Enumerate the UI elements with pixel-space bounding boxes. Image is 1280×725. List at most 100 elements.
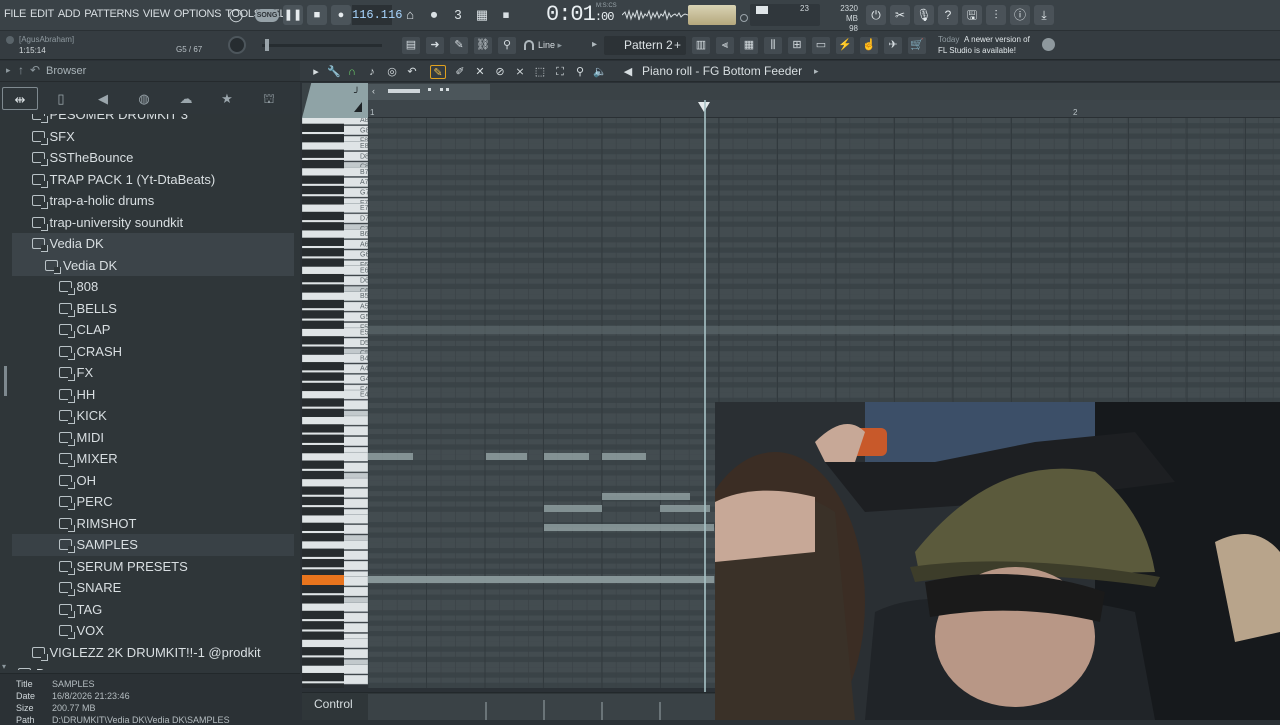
pr-menu-arrow-icon[interactable]: ▸ <box>308 65 324 79</box>
browser-item[interactable]: Vedia DK <box>12 233 294 255</box>
song-pattern-toggle[interactable]: SONG <box>255 9 279 22</box>
pr-draw-icon[interactable]: ✎ <box>430 65 446 79</box>
browser-item[interactable]: MIXER <box>12 448 294 470</box>
collapse-arrow-icon[interactable]: ▾ <box>2 662 6 671</box>
browser-item[interactable]: PERC <box>12 491 294 513</box>
browser-item[interactable]: Vedia DK <box>12 254 294 276</box>
link-icon[interactable]: ⛓ <box>474 37 492 54</box>
pr-slice-icon[interactable]: ⨯ <box>512 65 528 79</box>
touch-keyboard-icon[interactable]: ☝ <box>860 37 878 54</box>
pr-tools-icon[interactable]: 🔧 <box>326 65 342 79</box>
globe-icon[interactable] <box>1042 38 1055 51</box>
pr-undo-icon[interactable]: ↶ <box>404 65 420 79</box>
tab-favorites-icon[interactable]: ★ <box>209 87 245 110</box>
menu-view[interactable]: VIEW <box>143 8 170 20</box>
plugin-picker-icon[interactable]: ⊞ <box>788 37 806 54</box>
browser-item[interactable]: CRASH <box>12 341 294 363</box>
browser-item[interactable]: trap-university soundkit <box>12 212 294 234</box>
browser-item[interactable]: BELLS <box>12 298 294 320</box>
pr-magnet-icon[interactable]: ∩ <box>344 65 360 79</box>
browser-item[interactable]: MIDI <box>12 427 294 449</box>
browser-item[interactable]: RIMSHOT <box>12 513 294 535</box>
browser-item[interactable]: FX <box>12 362 294 384</box>
browser-item[interactable]: 808 <box>12 276 294 298</box>
channel-rack-icon[interactable]: ▦ <box>740 37 758 54</box>
microphone-icon[interactable]: 🎙 <box>914 5 934 25</box>
master-volume-knob-icon[interactable]: ◯ <box>226 5 246 25</box>
help-icon[interactable]: ? <box>938 5 958 25</box>
playlist-icon[interactable]: ▥ <box>692 37 710 54</box>
typing-keyboard-icon[interactable]: ▤ <box>402 37 420 54</box>
wait-for-input-icon[interactable]: ⏺ <box>424 5 444 25</box>
pr-speaker-target-icon[interactable]: ◀ <box>620 65 636 79</box>
master-pitch-slider-thumb[interactable] <box>265 39 269 51</box>
up-arrow-icon[interactable]: ↑ <box>18 63 24 77</box>
browser-item[interactable]: CLAP <box>12 319 294 341</box>
record-icon[interactable]: ● <box>331 5 351 25</box>
browser-item[interactable]: VOX <box>12 620 294 642</box>
arrow-right-icon[interactable]: ➜ <box>426 37 444 54</box>
tab-all-icon[interactable]: ⇹ <box>2 87 38 110</box>
pr-speaker-icon[interactable]: 🔈 <box>592 65 608 79</box>
pr-record-icon[interactable]: ◎ <box>384 65 400 79</box>
pattern-prev-icon[interactable]: ▸ <box>592 39 597 50</box>
browser-item[interactable]: KICK <box>12 405 294 427</box>
menu-add[interactable]: ADD <box>58 8 81 20</box>
stop-icon[interactable]: ■ <box>307 5 327 25</box>
tab-packs-icon[interactable]: ⛫ <box>251 87 287 110</box>
pr-title-arrow-icon[interactable]: ▸ <box>814 66 819 77</box>
panic-icon[interactable] <box>740 14 748 22</box>
control-label[interactable]: Control <box>314 697 353 711</box>
pr-delete-icon[interactable]: ✕ <box>472 65 488 79</box>
download-icon[interactable]: ⤓ <box>1034 5 1054 25</box>
cut-icon[interactable]: ✂ <box>890 5 910 25</box>
browser-item[interactable]: OH <box>12 470 294 492</box>
menu-file[interactable]: FILE <box>4 8 26 20</box>
plugin-icon[interactable]: ⚡ <box>836 37 854 54</box>
pr-mute-icon[interactable]: ⊘ <box>492 65 508 79</box>
mixer-view-icon[interactable]: ⫼ <box>764 37 782 54</box>
magnet-icon[interactable] <box>524 40 534 50</box>
menu-edit[interactable]: EDIT <box>30 8 54 20</box>
metronome-icon[interactable]: ⌂ <box>400 5 420 25</box>
mixer-icon[interactable]: ⫶ <box>986 5 1006 25</box>
info-icon[interactable]: ⓘ <box>1010 5 1030 25</box>
browser-item[interactable]: HH <box>12 384 294 406</box>
stamp-icon[interactable]: ⚲ <box>498 37 516 54</box>
cart-icon[interactable]: 🛒 <box>908 37 926 54</box>
save-icon[interactable]: 🖫 <box>962 5 982 25</box>
pr-corner-tool-icon[interactable]: ╯ <box>354 88 360 99</box>
news-line-1[interactable]: A newer version of <box>938 35 1038 45</box>
zoom-left-arrow-icon[interactable]: ‹ <box>372 86 375 96</box>
menu-patterns[interactable]: PATTERNS <box>84 8 139 20</box>
pr-paint-icon[interactable]: ✐ <box>452 65 468 79</box>
main-pitch-knob[interactable] <box>228 36 246 54</box>
tab-project-icon[interactable]: ▯ <box>43 87 79 110</box>
pr-note-icon[interactable]: ♪ <box>364 65 380 79</box>
browser-item[interactable]: PESOMER DRUMKIT 3 <box>12 114 294 126</box>
timeline-ruler[interactable] <box>368 100 1280 118</box>
tempo-display[interactable]: 116.116 <box>352 5 402 25</box>
tab-sounds-icon[interactable]: ◀ <box>85 87 121 110</box>
step-edit-icon[interactable]: ▦ <box>472 5 492 25</box>
browser-item[interactable]: Drums <box>12 663 294 670</box>
piano-roll-title[interactable]: Piano roll - FG Bottom Feeder <box>642 64 802 78</box>
undo-browser-icon[interactable]: ↶ <box>30 63 40 77</box>
browser-menu-arrow-icon[interactable]: ▸ <box>6 65 11 76</box>
browser-item[interactable]: SFX <box>12 126 294 148</box>
browser-scrollbar[interactable] <box>4 366 7 396</box>
tab-cloud-icon[interactable]: ☁ <box>168 87 204 110</box>
menu-options[interactable]: OPTIONS <box>174 8 222 20</box>
script-icon[interactable]: ✈ <box>884 37 902 54</box>
browser-item[interactable]: VIGLEZZ 2K DRUMKIT!!-1 @prodkit <box>12 642 294 664</box>
master-pitch-slider[interactable] <box>262 44 382 47</box>
browser-item[interactable]: SAMPLES <box>12 534 294 556</box>
blend-notes-icon[interactable]: ⏹ <box>496 5 516 25</box>
browser-item[interactable]: SNARE <box>12 577 294 599</box>
browser-item[interactable]: TAG <box>12 599 294 621</box>
snap-selector[interactable]: Line ▸ <box>536 37 582 54</box>
browser-item[interactable]: trap-a-holic drums <box>12 190 294 212</box>
countdown-icon[interactable]: 3 <box>448 5 468 25</box>
piano-roll-icon[interactable]: ⫷ <box>716 37 734 54</box>
pr-zoom-icon[interactable]: ⚲ <box>572 65 588 79</box>
